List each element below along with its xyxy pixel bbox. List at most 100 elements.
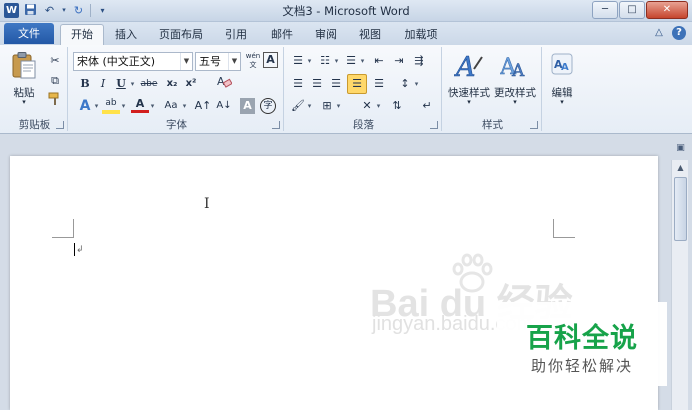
- vertical-scrollbar[interactable]: ▲: [671, 160, 688, 410]
- phonetic-guide-label: wén: [245, 52, 261, 60]
- binoculars-icon: A A: [551, 53, 573, 75]
- paste-button[interactable]: 粘贴 ▾: [8, 49, 40, 113]
- change-styles-icon: A A: [500, 55, 525, 81]
- text-cursor: [74, 243, 75, 256]
- multilevel-list-icon[interactable]: ☰: [342, 52, 360, 70]
- chinese-layout-icon[interactable]: ✕: [358, 97, 376, 115]
- clipboard-launcher-icon[interactable]: [56, 121, 64, 129]
- change-case-button[interactable]: Aa: [160, 97, 182, 115]
- quick-styles-dropdown-icon[interactable]: ▾: [446, 98, 492, 106]
- subscript-button[interactable]: x₂: [163, 75, 181, 93]
- highlight-icon[interactable]: ab: [102, 97, 120, 115]
- text-effects-icon[interactable]: A: [76, 97, 94, 115]
- change-styles-button[interactable]: A A 更改样式 ▾: [492, 49, 538, 113]
- sort-icon[interactable]: ⇅: [388, 97, 406, 115]
- minimize-button[interactable]: ─: [592, 1, 618, 19]
- italic-button[interactable]: I: [94, 75, 112, 93]
- bullets-icon[interactable]: ☰: [289, 52, 307, 70]
- tab-mailings[interactable]: 邮件: [262, 25, 302, 45]
- chinese-layout-dropdown-icon[interactable]: ▾: [375, 97, 382, 115]
- superscript-button[interactable]: x²: [182, 75, 200, 93]
- tab-references[interactable]: 引用: [216, 25, 256, 45]
- align-center-icon[interactable]: ☰: [308, 75, 326, 93]
- scroll-up-icon[interactable]: ▲: [673, 160, 688, 175]
- strikethrough-button[interactable]: abe: [138, 75, 160, 93]
- chevron-down-icon[interactable]: ▼: [228, 53, 240, 70]
- text-effects-dropdown-icon[interactable]: ▾: [93, 97, 100, 115]
- enclose-chars-button[interactable]: 字: [260, 98, 276, 114]
- tab-view[interactable]: 视图: [350, 25, 390, 45]
- margin-corner-top-right: [553, 219, 575, 238]
- line-spacing-dropdown-icon[interactable]: ▾: [413, 75, 420, 93]
- quick-styles-icon: A: [454, 52, 483, 81]
- increase-indent-alt-icon[interactable]: ⇶: [410, 52, 428, 70]
- quick-styles-button[interactable]: A 快速样式 ▾: [446, 49, 492, 113]
- font-color-icon[interactable]: A: [131, 97, 149, 115]
- decrease-indent-icon[interactable]: ⇤: [370, 52, 388, 70]
- scroll-thumb[interactable]: [674, 177, 687, 241]
- highlight-dropdown-icon[interactable]: ▾: [120, 97, 127, 115]
- tab-review[interactable]: 审阅: [306, 25, 346, 45]
- bullets-dropdown-icon[interactable]: ▾: [306, 52, 313, 70]
- shading-icon[interactable]: 🖌: [289, 97, 307, 115]
- shading-dropdown-icon[interactable]: ▾: [306, 97, 313, 115]
- editing-dropdown-icon[interactable]: ▾: [546, 98, 578, 106]
- justify-icon[interactable]: ☰: [347, 74, 367, 94]
- font-name-value: 宋体 (中文正文): [77, 55, 156, 68]
- i-beam-cursor-icon: I: [204, 196, 210, 212]
- ribbon: 粘贴 ▾ ✂ ⧉ 剪贴板 宋体 (中文正文) ▼ 五号 ▼ wén 文 A B I…: [0, 45, 692, 134]
- char-border-icon[interactable]: A: [263, 52, 278, 68]
- grow-font-button[interactable]: A↑: [194, 97, 212, 115]
- format-painter-icon[interactable]: [46, 92, 64, 110]
- badge-title: 百科全说: [526, 323, 638, 354]
- tab-insert[interactable]: 插入: [106, 25, 146, 45]
- align-right-icon[interactable]: ☰: [327, 75, 345, 93]
- editing-button[interactable]: A A 编辑 ▾: [546, 49, 578, 113]
- minimize-ribbon-icon[interactable]: △: [652, 26, 666, 40]
- font-launcher-icon[interactable]: [272, 121, 280, 129]
- underline-dropdown-icon[interactable]: ▾: [129, 75, 136, 93]
- clear-formatting-icon[interactable]: A: [204, 73, 244, 95]
- font-group-label: 字体: [166, 119, 187, 131]
- borders-dropdown-icon[interactable]: ▾: [335, 97, 342, 115]
- chevron-down-icon[interactable]: ▼: [180, 53, 192, 70]
- numbering-dropdown-icon[interactable]: ▾: [333, 52, 340, 70]
- line-spacing-icon[interactable]: ↕: [396, 75, 414, 93]
- svg-text:A: A: [561, 62, 569, 73]
- change-styles-dropdown-icon[interactable]: ▾: [492, 98, 538, 106]
- maximize-button[interactable]: □: [619, 1, 645, 19]
- font-color-dropdown-icon[interactable]: ▾: [149, 97, 156, 115]
- show-marks-icon[interactable]: ↵: [418, 97, 436, 115]
- styles-launcher-icon[interactable]: [530, 121, 538, 129]
- multilevel-list-dropdown-icon[interactable]: ▾: [359, 52, 366, 70]
- increase-indent-icon[interactable]: ⇥: [390, 52, 408, 70]
- phonetic-guide-icon[interactable]: wén 文: [244, 52, 262, 70]
- copy-icon[interactable]: ⧉: [46, 72, 64, 90]
- ruler-toggle-icon[interactable]: ▣: [674, 142, 687, 155]
- margin-corner-top-left: [52, 219, 74, 238]
- shrink-font-button[interactable]: A↓: [215, 97, 233, 115]
- paste-dropdown-icon[interactable]: ▾: [8, 98, 40, 106]
- group-styles: A 快速样式 ▾ A A 更改样式 ▾ 样式: [444, 47, 542, 131]
- font-name-combo[interactable]: 宋体 (中文正文) ▼: [73, 52, 193, 71]
- font-size-combo[interactable]: 五号 ▼: [195, 52, 241, 71]
- tab-page-layout[interactable]: 页面布局: [150, 25, 212, 45]
- paragraph-launcher-icon[interactable]: [430, 121, 438, 129]
- tab-add-ins[interactable]: 加载项: [396, 25, 446, 45]
- paragraph-group-label: 段落: [353, 119, 374, 131]
- svg-text:A: A: [511, 61, 525, 81]
- help-icon[interactable]: ?: [672, 26, 686, 40]
- close-button[interactable]: ✕: [646, 1, 688, 19]
- change-case-dropdown-icon[interactable]: ▾: [181, 97, 188, 115]
- numbering-icon[interactable]: ☷: [316, 52, 334, 70]
- distributed-icon[interactable]: ☰: [370, 75, 388, 93]
- tab-home[interactable]: 开始: [60, 24, 104, 45]
- tab-file[interactable]: 文件: [4, 23, 54, 44]
- cut-icon[interactable]: ✂: [46, 52, 64, 70]
- underline-button[interactable]: U: [112, 75, 130, 93]
- borders-icon[interactable]: ⊞: [318, 97, 336, 115]
- char-shading-button[interactable]: A: [240, 98, 255, 114]
- align-left-icon[interactable]: ☰: [289, 75, 307, 93]
- bold-button[interactable]: B: [76, 75, 94, 93]
- paragraph-mark-icon: ↲: [76, 245, 84, 255]
